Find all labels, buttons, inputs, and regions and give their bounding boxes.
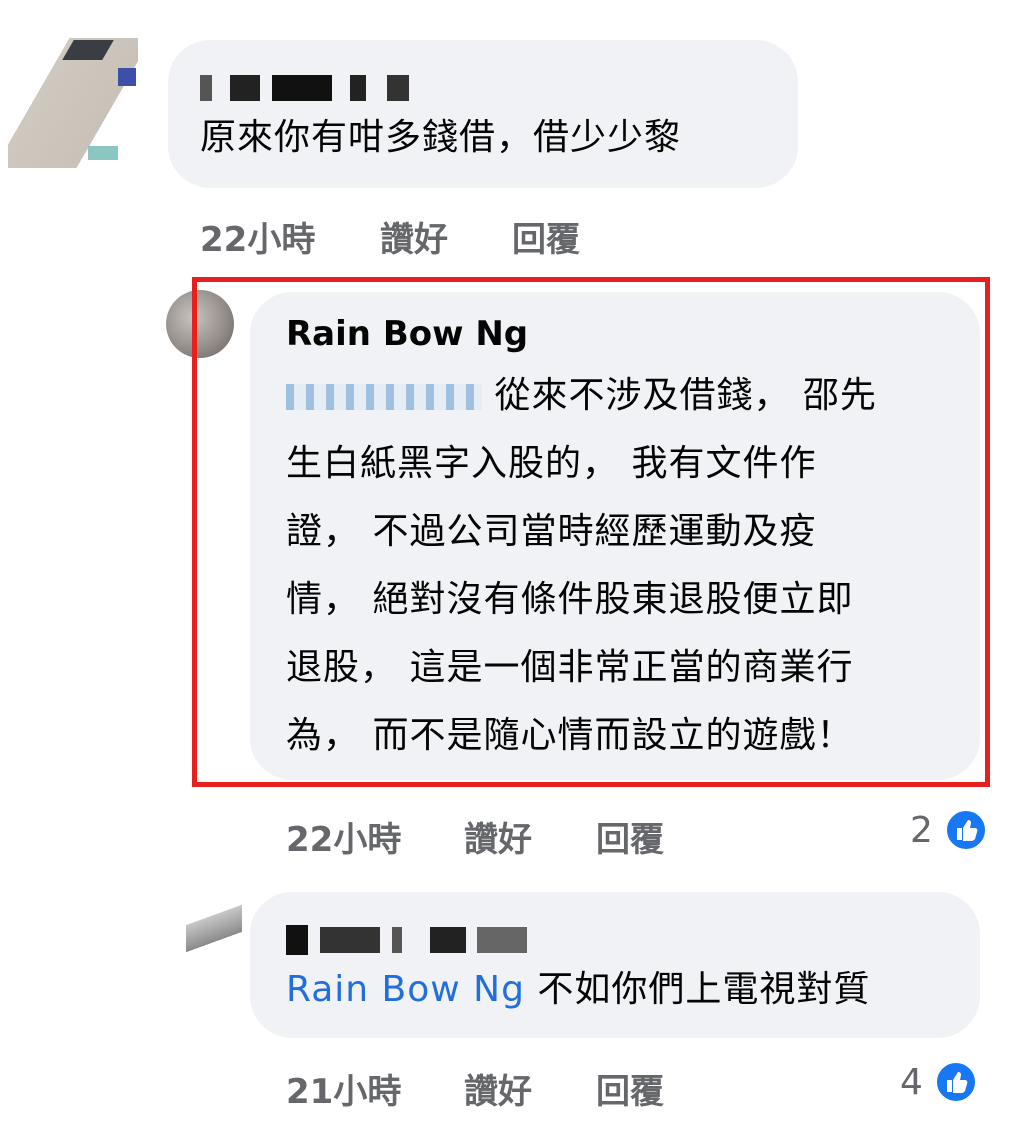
comment-text: 原來你有咁多錢借，借少少黎 [200,117,682,158]
avatar[interactable] [8,38,138,168]
timestamp[interactable]: 21小時 [286,1064,401,1113]
reply-button[interactable]: 回覆 [596,812,664,861]
comment-text: Rain Bow Ng 不如你們上電視對質 [286,969,871,1010]
like-thumb-icon[interactable] [934,1060,978,1104]
reply-button[interactable]: 回覆 [596,1064,664,1113]
reaction-count[interactable]: 4 [900,1062,923,1103]
like-button[interactable]: 讚好 [464,1064,532,1113]
like-button[interactable]: 讚好 [380,212,448,261]
author-name-blurred[interactable] [286,918,980,958]
timestamp[interactable]: 22小時 [286,812,401,861]
reply-button[interactable]: 回覆 [512,212,580,261]
mention-link[interactable]: Rain Bow Ng [286,969,525,1010]
avatar[interactable] [186,898,242,968]
comment-bubble: Rain Bow Ng 不如你們上電視對質 [250,892,980,1038]
timestamp[interactable]: 22小時 [200,212,315,261]
author-name-blurred[interactable] [200,66,798,106]
highlight-box [192,277,990,787]
reaction-count[interactable]: 2 [910,810,933,851]
comment-bubble: 原來你有咁多錢借，借少少黎 [168,40,798,188]
like-thumb-icon[interactable] [944,808,988,852]
like-button[interactable]: 讚好 [464,812,532,861]
